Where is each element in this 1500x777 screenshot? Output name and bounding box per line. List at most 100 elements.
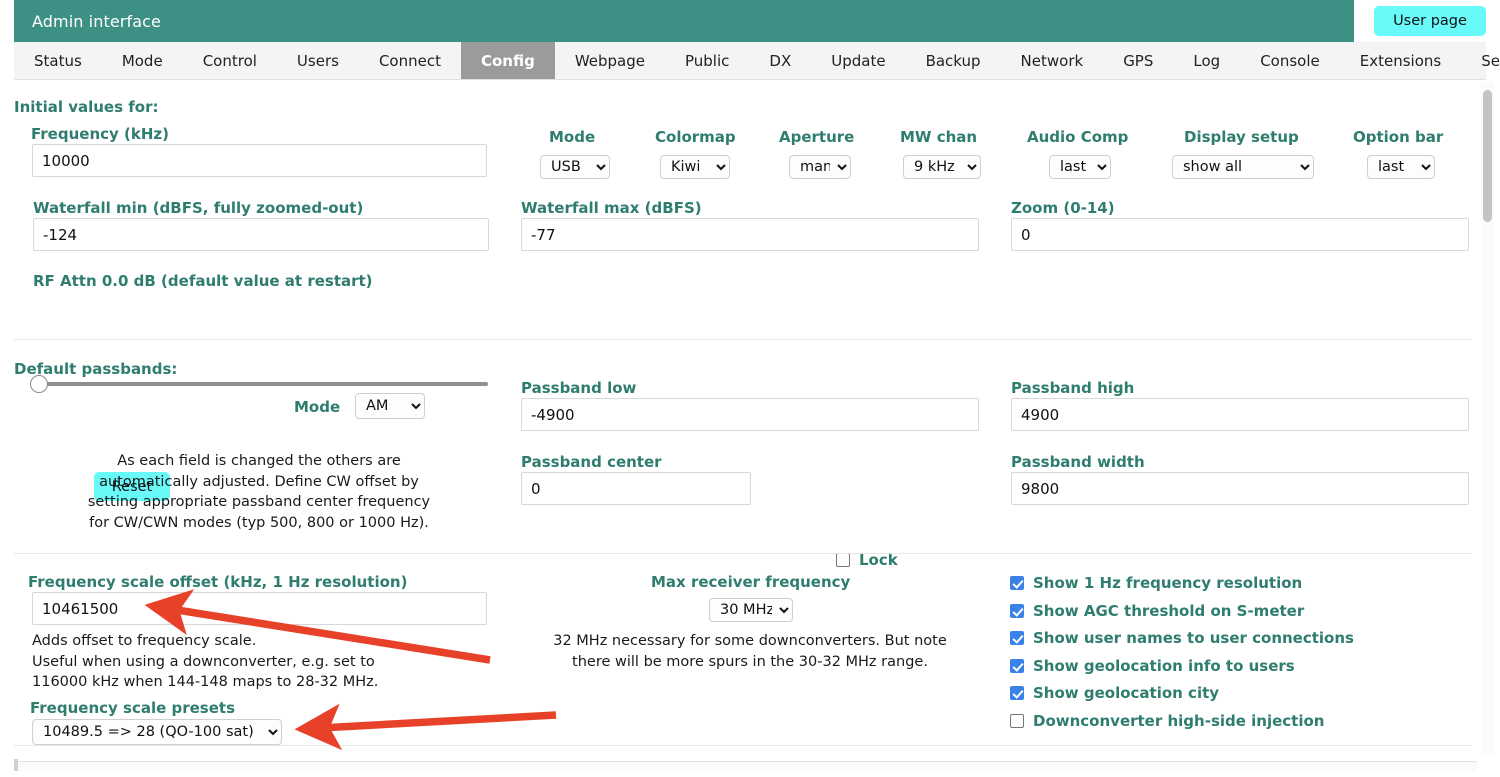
passband-note: As each field is changed the others are … bbox=[34, 451, 484, 533]
colormap-label: Colormap bbox=[655, 128, 736, 146]
tab-console[interactable]: Console bbox=[1240, 42, 1340, 79]
waterfall-min-input[interactable] bbox=[33, 218, 489, 251]
checkbox-icon[interactable] bbox=[1010, 686, 1024, 700]
passband-center-label: Passband center bbox=[521, 453, 662, 471]
lock-checkbox-icon[interactable] bbox=[836, 553, 850, 567]
page-title: Admin interface bbox=[32, 11, 161, 31]
checkbox-icon[interactable] bbox=[1010, 659, 1024, 673]
tab-mode[interactable]: Mode bbox=[102, 42, 183, 79]
waterfall-max-input[interactable] bbox=[521, 218, 979, 251]
checkbox-label: Show user names to user connections bbox=[1033, 629, 1354, 647]
tab-update[interactable]: Update bbox=[811, 42, 905, 79]
rf-attn-label: RF Attn 0.0 dB (default value at restart… bbox=[33, 272, 373, 290]
option-bar-label: Option bar bbox=[1353, 128, 1444, 146]
section-divider-2 bbox=[14, 553, 1471, 554]
checkbox-downconverter-high-side[interactable]: Downconverter high-side injection bbox=[1010, 712, 1324, 730]
checkbox-label: Show 1 Hz frequency resolution bbox=[1033, 574, 1303, 592]
display-setup-label: Display setup bbox=[1184, 128, 1299, 146]
initial-values-heading: Initial values for: bbox=[14, 98, 159, 116]
offset-help-line-1: Adds offset to frequency scale. bbox=[32, 633, 257, 649]
frequency-scale-presets-select[interactable]: 10489.5 => 28 (QO-100 sat) bbox=[32, 719, 282, 745]
tab-control[interactable]: Control bbox=[183, 42, 277, 79]
zoom-label: Zoom (0-14) bbox=[1011, 199, 1115, 217]
tab-extensions[interactable]: Extensions bbox=[1340, 42, 1461, 79]
offset-help-line-3: 116000 kHz when 144-148 maps to 28-32 MH… bbox=[32, 674, 379, 690]
tab-backup[interactable]: Backup bbox=[906, 42, 1001, 79]
passband-note-line-3: setting appropriate passband center freq… bbox=[87, 494, 431, 510]
passband-width-label: Passband width bbox=[1011, 453, 1145, 471]
checkbox-label: Show AGC threshold on S-meter bbox=[1033, 602, 1305, 620]
title-bar: Admin interface bbox=[14, 0, 1354, 42]
frequency-scale-offset-input[interactable] bbox=[32, 592, 487, 625]
frequency-label: Frequency (kHz) bbox=[31, 125, 169, 143]
tab-config[interactable]: Config bbox=[460, 42, 555, 79]
colormap-select[interactable]: Kiwi bbox=[660, 155, 730, 179]
tab-log[interactable]: Log bbox=[1173, 42, 1240, 79]
tab-dx[interactable]: DX bbox=[749, 42, 811, 79]
max-rx-note-line-2: there will be more spurs in the 30-32 MH… bbox=[572, 653, 928, 670]
passband-center-input[interactable] bbox=[521, 472, 751, 505]
audio-comp-label: Audio Comp bbox=[1027, 128, 1129, 146]
passband-low-input[interactable] bbox=[521, 398, 979, 431]
option-bar-select[interactable]: last bbox=[1367, 155, 1435, 179]
passband-note-line-2: automatically adjusted. Define CW offset… bbox=[99, 473, 419, 490]
scrollbar-corner bbox=[14, 759, 18, 771]
zoom-input[interactable] bbox=[1011, 218, 1469, 251]
tab-status[interactable]: Status bbox=[14, 42, 102, 79]
tab-security[interactable]: Security bbox=[1461, 42, 1500, 79]
frequency-scale-offset-label: Frequency scale offset (kHz, 1 Hz resolu… bbox=[28, 573, 408, 591]
tab-webpage[interactable]: Webpage bbox=[555, 42, 665, 79]
tab-connect[interactable]: Connect bbox=[359, 42, 461, 79]
mw-chan-label: MW chan bbox=[900, 128, 978, 146]
user-page-button[interactable]: User page bbox=[1374, 6, 1486, 36]
passband-width-input[interactable] bbox=[1011, 472, 1469, 505]
max-rx-note-line-1: 32 MHz necessary for some downconverters… bbox=[553, 633, 947, 649]
tab-gps[interactable]: GPS bbox=[1103, 42, 1173, 79]
max-receiver-frequency-note: 32 MHz necessary for some downconverters… bbox=[520, 631, 980, 672]
max-receiver-frequency-label: Max receiver frequency bbox=[651, 573, 851, 591]
section-divider-1 bbox=[14, 339, 1471, 340]
frequency-scale-presets-label: Frequency scale presets bbox=[30, 699, 236, 717]
horizontal-scrollbar[interactable] bbox=[14, 759, 1477, 771]
vertical-scrollbar-thumb[interactable] bbox=[1483, 90, 1492, 222]
passband-note-line-4: for CW/CWN modes (typ 500, 800 or 1000 H… bbox=[89, 514, 429, 531]
checkbox-icon[interactable] bbox=[1010, 576, 1024, 590]
offset-help-line-2: Useful when using a downconverter, e.g. … bbox=[32, 653, 375, 670]
checkbox-show-1hz-resolution[interactable]: Show 1 Hz frequency resolution bbox=[1010, 574, 1302, 592]
vertical-scrollbar[interactable] bbox=[1481, 82, 1494, 754]
config-panel: Initial values for: Frequency (kHz) Wate… bbox=[0, 80, 1481, 760]
tab-users[interactable]: Users bbox=[277, 42, 359, 79]
tab-network[interactable]: Network bbox=[1001, 42, 1104, 79]
checkbox-label: Show geolocation city bbox=[1033, 684, 1220, 702]
tab-bar: Status Mode Control Users Connect Config… bbox=[14, 42, 1500, 80]
aperture-select[interactable]: man bbox=[789, 155, 851, 179]
mw-chan-select[interactable]: 9 kHz bbox=[903, 155, 981, 179]
section-divider-3 bbox=[14, 745, 1471, 746]
rf-attn-slider-track bbox=[36, 382, 488, 386]
checkbox-show-geolocation-info[interactable]: Show geolocation info to users bbox=[1010, 657, 1295, 675]
max-receiver-frequency-select[interactable]: 30 MHz bbox=[709, 598, 793, 622]
display-setup-select[interactable]: show all bbox=[1172, 155, 1314, 179]
checkbox-icon[interactable] bbox=[1010, 631, 1024, 645]
frequency-scale-offset-help: Adds offset to frequency scale. Useful w… bbox=[32, 631, 502, 693]
mode-label: Mode bbox=[549, 128, 596, 146]
passband-mode-label: Mode bbox=[294, 398, 341, 416]
checkbox-icon[interactable] bbox=[1010, 714, 1024, 728]
passbands-heading: Default passbands: bbox=[14, 360, 178, 378]
waterfall-min-label: Waterfall min (dBFS, fully zoomed-out) bbox=[33, 199, 364, 217]
mode-select[interactable]: USB bbox=[540, 155, 610, 179]
tab-public[interactable]: Public bbox=[665, 42, 749, 79]
passband-mode-select[interactable]: AM bbox=[355, 393, 425, 419]
checkbox-show-user-names[interactable]: Show user names to user connections bbox=[1010, 629, 1354, 647]
checkbox-show-geolocation-city[interactable]: Show geolocation city bbox=[1010, 684, 1219, 702]
passband-note-line-1: As each field is changed the others are bbox=[117, 453, 401, 469]
checkbox-label: Downconverter high-side injection bbox=[1033, 712, 1325, 730]
audio-comp-select[interactable]: last bbox=[1049, 155, 1111, 179]
checkbox-show-agc-threshold[interactable]: Show AGC threshold on S-meter bbox=[1010, 602, 1304, 620]
frequency-input[interactable] bbox=[32, 144, 487, 177]
waterfall-max-label: Waterfall max (dBFS) bbox=[521, 199, 702, 217]
passband-high-input[interactable] bbox=[1011, 398, 1469, 431]
checkbox-icon[interactable] bbox=[1010, 604, 1024, 618]
admin-interface-page: Admin interface User page Status Mode Co… bbox=[0, 0, 1500, 777]
aperture-label: Aperture bbox=[779, 128, 855, 146]
